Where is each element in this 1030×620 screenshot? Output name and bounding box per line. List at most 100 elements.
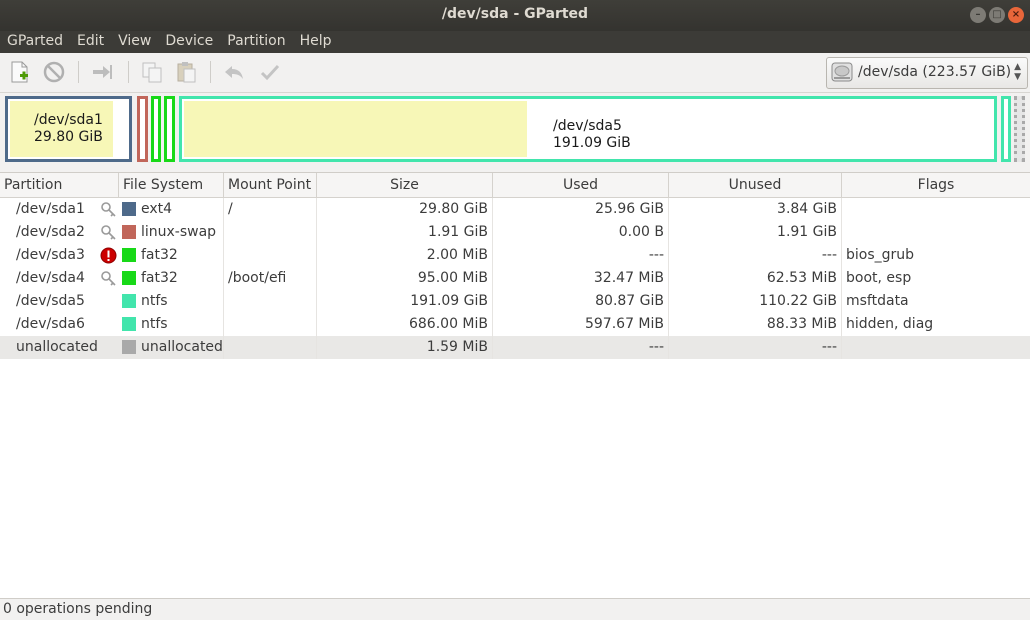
menu-device[interactable]: Device: [158, 31, 220, 49]
new-partition-icon[interactable]: [8, 60, 32, 84]
size-cell: 686.00 MiB: [317, 313, 493, 336]
undo-icon[interactable]: [222, 60, 246, 84]
filesystem-cell: fat32: [137, 244, 224, 267]
filesystem-cell: ext4: [137, 198, 224, 221]
fs-color-swatch: [122, 294, 136, 308]
filesystem-cell: linux-swap: [137, 221, 224, 244]
partition-table: Partition File System Mount Point Size U…: [0, 172, 1030, 598]
partition-graph: /dev/sda1 29.80 GiB /dev/sda5 191.09 GiB: [0, 93, 1030, 169]
graph-partition-sda1[interactable]: /dev/sda1 29.80 GiB: [5, 96, 132, 162]
mount-point-cell: [224, 244, 317, 267]
column-used[interactable]: Used: [493, 173, 669, 197]
device-selector[interactable]: /dev/sda (223.57 GiB) ▲ ▼: [826, 57, 1028, 89]
column-file-system[interactable]: File System: [119, 173, 224, 197]
used-cell: 25.96 GiB: [493, 198, 669, 221]
filesystem-cell: ntfs: [137, 290, 224, 313]
key-icon: [100, 270, 117, 287]
size-cell: 29.80 GiB: [317, 198, 493, 221]
column-partition[interactable]: Partition: [0, 173, 119, 197]
unused-cell: ---: [669, 244, 842, 267]
column-unused[interactable]: Unused: [669, 173, 842, 197]
close-icon[interactable]: ×: [1008, 7, 1024, 23]
menu-view[interactable]: View: [111, 31, 158, 49]
flags-cell: hidden, diag: [846, 316, 934, 332]
mount-point-cell: [224, 290, 317, 313]
size-cell: 191.09 GiB: [317, 290, 493, 313]
menu-partition[interactable]: Partition: [220, 31, 292, 49]
flags-cell: [842, 221, 1030, 244]
fs-color-swatch: [122, 271, 136, 285]
fs-color-swatch: [122, 340, 136, 354]
flags-cell: [842, 198, 1030, 221]
column-size[interactable]: Size: [317, 173, 493, 197]
used-cell: 32.47 MiB: [493, 267, 669, 290]
menu-edit[interactable]: Edit: [70, 31, 111, 49]
minimize-icon[interactable]: –: [970, 7, 986, 23]
maximize-icon[interactable]: □: [989, 7, 1005, 23]
used-cell: 597.67 MiB: [493, 313, 669, 336]
filesystem-cell: ntfs: [137, 313, 224, 336]
harddisk-icon: [831, 62, 853, 82]
device-label: /dev/sda (223.57 GiB): [858, 64, 1012, 80]
filesystem-cell: unallocated: [137, 336, 224, 359]
size-cell: 1.59 MiB: [317, 336, 493, 359]
graph-partition-sda6[interactable]: [1001, 96, 1011, 162]
fs-color-swatch: [122, 202, 136, 216]
graph-partition-sda2[interactable]: [137, 96, 148, 162]
paste-icon[interactable]: [174, 60, 198, 84]
delete-icon[interactable]: [42, 60, 66, 84]
menu-help[interactable]: Help: [293, 31, 339, 49]
graph-partition-sda3[interactable]: [151, 96, 161, 162]
used-cell: 80.87 GiB: [493, 290, 669, 313]
flags-cell: [842, 336, 1030, 359]
unused-cell: 1.91 GiB: [669, 221, 842, 244]
column-flags[interactable]: Flags: [842, 173, 1030, 197]
graph-sda5-name: /dev/sda5: [553, 118, 622, 134]
graph-sda5-size: 191.09 GiB: [553, 135, 631, 151]
table-row[interactable]: unallocated unallocated 1.59 MiB --- ---: [0, 336, 1030, 359]
flags-cell: msftdata: [846, 293, 909, 309]
key-icon: [100, 224, 117, 241]
flags-cell: boot, esp: [846, 270, 912, 286]
status-text: 0 operations pending: [3, 601, 153, 617]
table-row[interactable]: /dev/sda5 ntfs 191.09 GiB 80.87 GiB 110.…: [0, 290, 1030, 313]
table-row[interactable]: /dev/sda2 linux-swap 1.91 GiB 0.00 B 1.9…: [0, 221, 1030, 244]
window-controls: – □ ×: [970, 7, 1024, 23]
mount-point-cell: [224, 313, 317, 336]
unused-cell: 88.33 MiB: [669, 313, 842, 336]
mount-point-cell: /boot/efi: [224, 267, 317, 290]
unused-cell: 110.22 GiB: [669, 290, 842, 313]
resize-move-icon[interactable]: [90, 60, 114, 84]
menu-bar: GParted Edit View Device Partition Help: [0, 31, 1030, 53]
table-row[interactable]: /dev/sda6 ntfs 686.00 MiB 597.67 MiB 88.…: [0, 313, 1030, 336]
unused-cell: ---: [669, 336, 842, 359]
fs-color-swatch: [122, 225, 136, 239]
partition-cell: /dev/sda5: [16, 293, 85, 309]
size-cell: 2.00 MiB: [317, 244, 493, 267]
used-cell: ---: [493, 336, 669, 359]
graph-sda1-size: 29.80 GiB: [34, 129, 103, 145]
mount-point-cell: /: [224, 198, 317, 221]
column-mount-point[interactable]: Mount Point: [224, 173, 317, 197]
filesystem-cell: fat32: [137, 267, 224, 290]
graph-sda1-name: /dev/sda1: [34, 112, 103, 128]
toolbar: /dev/sda (223.57 GiB) ▲ ▼: [0, 53, 1030, 93]
flags-cell: bios_grub: [846, 247, 915, 263]
menu-gparted[interactable]: GParted: [0, 31, 70, 49]
error-icon: [100, 247, 117, 264]
copy-icon[interactable]: [140, 60, 164, 84]
table-row[interactable]: /dev/sda1 ext4 / 29.80 GiB 25.96 GiB 3.8…: [0, 198, 1030, 221]
graph-partition-sda4[interactable]: [164, 96, 175, 162]
graph-partition-sda5[interactable]: /dev/sda5 191.09 GiB: [179, 96, 997, 162]
graph-unallocated[interactable]: [1014, 96, 1025, 162]
partition-cell: /dev/sda6: [16, 316, 85, 332]
size-cell: 1.91 GiB: [317, 221, 493, 244]
mount-point-cell: [224, 336, 317, 359]
used-cell: 0.00 B: [493, 221, 669, 244]
table-row[interactable]: /dev/sda4 fat32 /boot/efi 95.00 MiB 32.4…: [0, 267, 1030, 290]
title-bar: /dev/sda - GParted – □ ×: [0, 0, 1030, 31]
unused-cell: 62.53 MiB: [669, 267, 842, 290]
apply-icon[interactable]: [258, 60, 282, 84]
table-row[interactable]: /dev/sda3 fat32 2.00 MiB --- --- bios_gr…: [0, 244, 1030, 267]
table-header: Partition File System Mount Point Size U…: [0, 173, 1030, 198]
